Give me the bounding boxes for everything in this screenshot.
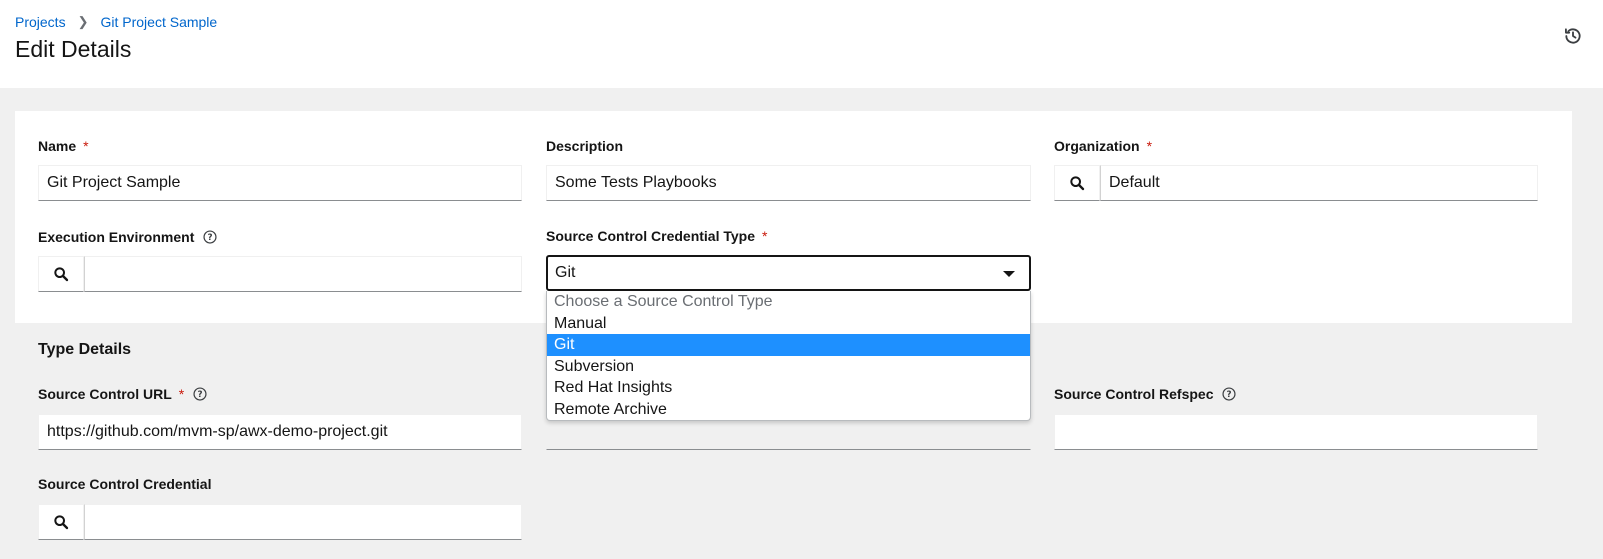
required-marker: * <box>1146 138 1153 154</box>
execution-environment-input[interactable] <box>84 256 522 292</box>
organization-input[interactable]: Default <box>1100 165 1538 201</box>
scm-type-option-manual[interactable]: Manual <box>547 313 1030 335</box>
scm-url-label-text: Source Control URL <box>38 386 172 402</box>
organization-label-text: Organization <box>1054 138 1140 154</box>
search-icon <box>54 515 69 530</box>
scm-type-option-subversion[interactable]: Subversion <box>547 356 1030 378</box>
page-header: Projects ❯ Git Project Sample Edit Detai… <box>0 0 1603 88</box>
caret-down-icon <box>1003 271 1015 277</box>
scm-credential-label: Source Control Credential <box>38 476 211 492</box>
search-icon <box>54 267 69 282</box>
svg-text:?: ? <box>208 233 213 243</box>
description-input[interactable]: Some Tests Playbooks <box>546 165 1031 201</box>
execution-environment-search-button[interactable] <box>38 256 84 292</box>
description-label: Description <box>546 138 623 154</box>
scm-url-input[interactable]: https://github.com/mvm-sp/awx-demo-proje… <box>38 414 522 450</box>
scm-type-select[interactable]: Git <box>546 255 1031 291</box>
required-marker: * <box>83 138 89 154</box>
type-details-heading: Type Details <box>38 341 132 358</box>
execution-environment-label-text: Execution Environment <box>38 229 195 245</box>
organization-search-button[interactable] <box>1054 165 1100 201</box>
execution-environment-label: Execution Environment ? <box>38 229 217 245</box>
scm-type-option-insights[interactable]: Red Hat Insights <box>547 377 1030 399</box>
scm-type-option-archive[interactable]: Remote Archive <box>547 399 1030 421</box>
search-icon <box>1070 176 1085 191</box>
help-icon[interactable]: ? <box>193 387 207 401</box>
breadcrumb-projects-link[interactable]: Projects <box>15 14 66 30</box>
history-button[interactable] <box>1563 26 1585 48</box>
organization-lookup: Default <box>1054 165 1538 201</box>
help-icon[interactable]: ? <box>1222 387 1237 401</box>
scm-credential-search-button[interactable] <box>38 504 84 540</box>
required-marker: * <box>762 228 768 244</box>
organization-label: Organization * <box>1054 138 1152 154</box>
required-marker: * <box>178 386 185 402</box>
scm-type-label-text: Source Control Credential Type <box>546 228 755 244</box>
scm-type-dropdown: Choose a Source Control Type Manual Git … <box>546 291 1031 421</box>
scm-type-label: Source Control Credential Type * <box>546 228 767 244</box>
breadcrumb-separator-icon: ❯ <box>77 14 89 29</box>
help-icon[interactable]: ? <box>203 230 217 244</box>
scm-url-label: Source Control URL * ? <box>38 386 207 402</box>
scm-credential-input[interactable] <box>84 504 522 540</box>
name-label-text: Name <box>38 138 77 154</box>
scm-refspec-input[interactable] <box>1054 414 1538 450</box>
svg-text:?: ? <box>1227 390 1232 400</box>
execution-environment-lookup <box>38 256 522 292</box>
scm-type-selected-value: Git <box>555 264 576 281</box>
history-icon <box>1565 28 1581 44</box>
description-label-text: Description <box>546 138 624 154</box>
scm-credential-lookup <box>38 504 522 540</box>
scm-type-option-git[interactable]: Git <box>547 334 1030 356</box>
scm-refspec-label-text: Source Control Refspec <box>1054 386 1214 402</box>
breadcrumb-project-link[interactable]: Git Project Sample <box>100 14 217 30</box>
breadcrumb: Projects ❯ Git Project Sample <box>15 14 217 30</box>
scm-refspec-label: Source Control Refspec ? <box>1054 386 1237 402</box>
svg-text:?: ? <box>198 390 203 400</box>
scm-type-option-placeholder[interactable]: Choose a Source Control Type <box>547 291 1030 313</box>
name-label: Name * <box>38 138 89 154</box>
page-title: Edit Details <box>15 36 132 62</box>
scm-credential-label-text: Source Control Credential <box>38 476 212 492</box>
name-input[interactable]: Git Project Sample <box>38 165 522 201</box>
